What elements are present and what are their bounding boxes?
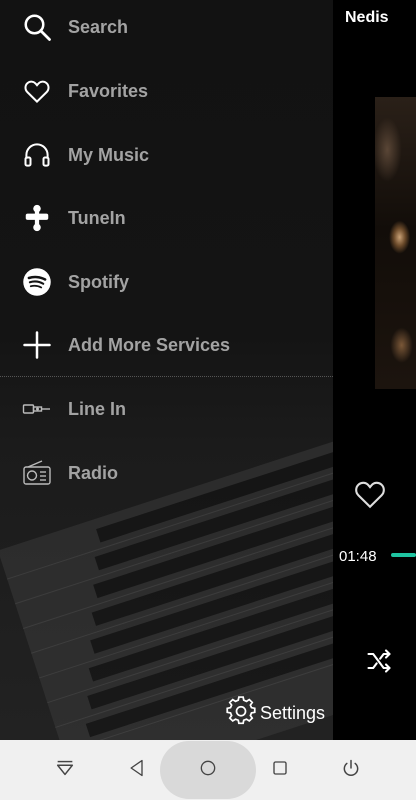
player-title: Nedis (345, 9, 389, 26)
search-icon (20, 10, 54, 44)
menu-item-label: TuneIn (68, 207, 126, 228)
navigation-drawer: Search Favorites My Music TuneIn Spotify… (0, 0, 333, 740)
menu-item-label: Search (68, 16, 129, 37)
menu-item-label: Spotify (68, 271, 129, 292)
home-button[interactable] (178, 740, 238, 800)
menu-item-add-more-services[interactable]: Add More Services (0, 319, 333, 371)
menu-item-line-in[interactable]: Line In (0, 383, 333, 435)
menu-item-radio[interactable]: Radio (0, 447, 333, 499)
menu-item-label: Radio (68, 462, 119, 483)
progress-bar[interactable] (391, 553, 416, 557)
menu-item-search[interactable]: Search (0, 1, 333, 53)
menu-item-tunein[interactable]: TuneIn (0, 192, 333, 244)
menu-item-label: Add More Services (68, 334, 231, 355)
menu-item-my-music[interactable]: My Music (0, 129, 333, 181)
line-in-icon (20, 392, 54, 426)
player-screen: Nedis 01:48 (333, 0, 416, 740)
home-icon (198, 758, 218, 783)
settings-button[interactable]: Settings (226, 695, 326, 731)
menu-item-label: Line In (68, 398, 126, 419)
elapsed-time: 01:48 (339, 548, 377, 565)
menu-item-spotify[interactable]: Spotify (0, 256, 333, 308)
power-button[interactable] (321, 740, 381, 800)
settings-label: Settings (260, 702, 326, 723)
back-icon (127, 758, 147, 783)
recents-icon (271, 759, 289, 782)
hide-keyboard-button[interactable] (35, 740, 95, 800)
favorite-heart-icon[interactable] (352, 476, 388, 512)
back-button[interactable] (107, 740, 167, 800)
menu-item-favorites[interactable]: Favorites (0, 65, 333, 117)
system-navigation-bar (0, 740, 416, 800)
gear-icon (226, 695, 256, 731)
plus-icon (20, 328, 54, 362)
spotify-icon (20, 265, 54, 299)
recents-button[interactable] (250, 740, 310, 800)
album-art (375, 97, 416, 389)
hide-keyboard-icon (54, 757, 76, 784)
headphones-icon (20, 138, 54, 172)
menu-divider (0, 376, 333, 377)
shuffle-icon[interactable] (364, 647, 394, 675)
menu-item-label: Favorites (68, 80, 149, 101)
radio-icon (20, 456, 54, 490)
tunein-icon (20, 201, 54, 235)
menu-item-label: My Music (68, 144, 150, 165)
heart-icon (20, 74, 54, 108)
power-icon (341, 758, 361, 783)
